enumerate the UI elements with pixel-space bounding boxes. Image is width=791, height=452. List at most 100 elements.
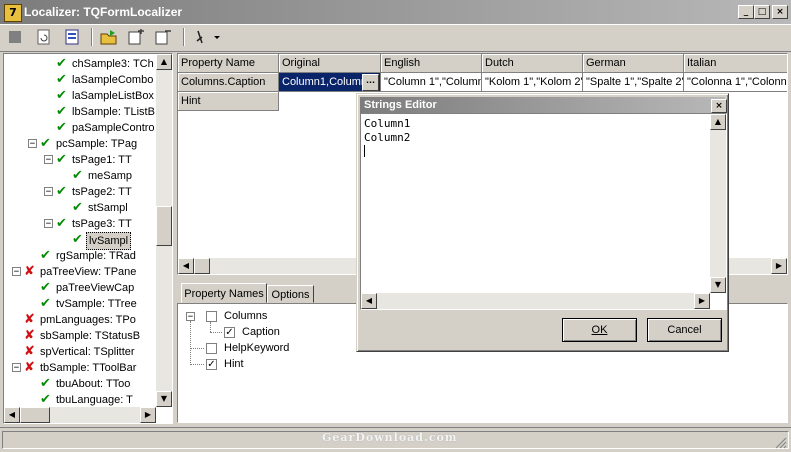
tree-vertical-scrollbar[interactable]: ▲ ▼: [156, 54, 172, 407]
grid-cell-german[interactable]: "Spalte 1","Spalte 2": [583, 73, 684, 92]
column-header-property-name[interactable]: Property Name: [178, 54, 279, 73]
scroll-left-arrow-icon[interactable]: ◀: [4, 407, 20, 423]
check-icon: ✔: [40, 376, 51, 391]
prop-columns-label: Columns: [224, 310, 268, 322]
open-button[interactable]: [98, 27, 120, 47]
tree-item-label: tsPage2: TT: [72, 186, 132, 198]
language-dropdown-icon: [196, 30, 220, 44]
prop-caption-label: Caption: [242, 326, 280, 338]
ok-button[interactable]: OK: [562, 318, 637, 342]
tree-item-label: laSampleListBox: [72, 90, 154, 102]
check-icon: ✔: [72, 168, 83, 183]
maximize-button[interactable]: □: [754, 5, 770, 19]
window-title: Localizer: TQFormLocalizer: [24, 5, 183, 19]
column-header-original[interactable]: Original: [279, 54, 381, 73]
scroll-left-arrow-icon[interactable]: ◀: [361, 293, 377, 309]
scroll-thumb[interactable]: [194, 258, 210, 274]
toolbar-separator: [183, 28, 185, 46]
row-header-hint[interactable]: Hint: [178, 92, 279, 111]
tree-line: [210, 332, 222, 333]
tree-item-label: tsPage1: TT: [72, 154, 132, 166]
collapse-columns-icon[interactable]: −: [186, 312, 195, 322]
tree-item-label: tvSample: TTree: [56, 298, 137, 310]
tree-item-label: lbSample: TListB: [72, 106, 155, 118]
cancel-button[interactable]: Cancel: [647, 318, 722, 342]
row-header-columns-caption[interactable]: Columns.Caption: [178, 73, 279, 92]
tree-horizontal-scrollbar[interactable]: ◀ ▶: [4, 407, 156, 423]
scroll-right-arrow-icon[interactable]: ▶: [771, 258, 787, 274]
scroll-down-arrow-icon[interactable]: ▼: [710, 277, 726, 293]
collapse-node-icon[interactable]: −: [28, 139, 37, 149]
column-header-german[interactable]: German: [583, 54, 684, 73]
dialog-close-icon[interactable]: ×: [711, 99, 727, 113]
scroll-thumb[interactable]: [20, 407, 50, 423]
export-button[interactable]: [126, 27, 148, 47]
import-button[interactable]: [153, 27, 175, 47]
tree-item-label: paTreeViewCap: [56, 282, 135, 294]
hint-checkbox[interactable]: ✓: [206, 359, 217, 370]
tree-line: [190, 321, 191, 365]
memo-horizontal-scrollbar[interactable]: ◀ ▶: [361, 293, 710, 309]
collapse-node-icon[interactable]: −: [44, 219, 53, 229]
scroll-up-arrow-icon[interactable]: ▲: [710, 114, 726, 130]
resize-grip-icon[interactable]: [775, 437, 787, 449]
title-bar: 7 Localizer: TQFormLocalizer _ □ ×: [0, 0, 791, 24]
collapse-node-icon[interactable]: −: [44, 155, 53, 165]
tree-item-label: pcSample: TPag: [56, 138, 138, 150]
collapse-node-icon[interactable]: −: [44, 187, 53, 197]
text-cursor: [364, 145, 365, 157]
caption-checkbox[interactable]: ✓: [224, 327, 235, 338]
tree-item-label: laSampleCombo: [72, 74, 154, 86]
check-icon: ✔: [72, 232, 83, 247]
tree-item-label: paSampleContro: [72, 122, 155, 134]
tree-line: [210, 322, 211, 332]
component-tree[interactable]: ✔ chSample3: TCh ✔ laSampleCombo ✔ laSampleLi…: [3, 53, 173, 424]
scroll-left-arrow-icon[interactable]: ◀: [178, 258, 194, 274]
minimize-button[interactable]: _: [738, 5, 754, 19]
scroll-up-arrow-icon[interactable]: ▲: [156, 54, 172, 70]
collapse-node-icon[interactable]: −: [12, 363, 21, 373]
check-icon: ✔: [56, 88, 67, 103]
language-dropdown-button[interactable]: [190, 27, 224, 47]
scroll-thumb[interactable]: [156, 206, 172, 246]
close-button[interactable]: ×: [772, 5, 788, 19]
properties-doc-icon: [65, 29, 79, 45]
prop-hint-label: Hint: [224, 358, 244, 370]
ellipsis-button[interactable]: ...: [362, 74, 379, 91]
memo-line: Column1: [364, 117, 411, 130]
strings-memo[interactable]: Column1 Column2 ▲ ▼ ◀ ▶: [360, 113, 727, 310]
scroll-right-arrow-icon[interactable]: ▶: [140, 407, 156, 423]
refresh-doc-icon: [37, 29, 50, 45]
check-icon: ✔: [40, 136, 51, 151]
refresh-button[interactable]: [33, 27, 55, 47]
properties-button[interactable]: [62, 27, 84, 47]
scroll-down-arrow-icon[interactable]: ▼: [156, 391, 172, 407]
helpkeyword-checkbox[interactable]: [206, 343, 217, 354]
stop-button[interactable]: [4, 27, 26, 47]
memo-vertical-scrollbar[interactable]: ▲ ▼: [710, 114, 726, 293]
collapse-node-icon[interactable]: −: [12, 267, 21, 277]
grid-cell-english[interactable]: "Column 1","Column: [381, 73, 482, 92]
grid-cell-dutch[interactable]: "Kolom 1","Kolom 2": [482, 73, 583, 92]
column-header-dutch[interactable]: Dutch: [482, 54, 583, 73]
tree-item-label: tbuLanguage: T: [56, 394, 133, 406]
grid-cell-italian[interactable]: "Colonna 1","Colonn: [684, 73, 787, 92]
scroll-right-arrow-icon[interactable]: ▶: [694, 293, 710, 309]
check-icon: ✔: [56, 184, 67, 199]
cross-icon: ✘: [24, 312, 35, 327]
columns-checkbox[interactable]: [206, 311, 217, 322]
tree-item-label: pmLanguages: TPo: [40, 314, 136, 326]
column-header-english[interactable]: English: [381, 54, 482, 73]
ok-button-label: OK: [591, 324, 608, 336]
tree-item-label: sbSample: TStatusB: [40, 330, 141, 342]
check-icon: ✔: [56, 104, 67, 119]
dialog-title-bar: Strings Editor: [360, 97, 725, 114]
stop-icon: [9, 31, 21, 43]
check-icon: ✔: [72, 200, 83, 215]
column-header-italian[interactable]: Italian: [684, 54, 787, 73]
tab-property-names[interactable]: Property Names: [181, 283, 267, 303]
toolbar-separator: [91, 28, 93, 46]
open-folder-icon: [100, 30, 117, 45]
tab-options[interactable]: Options: [267, 285, 314, 303]
check-icon: ✔: [40, 248, 51, 263]
